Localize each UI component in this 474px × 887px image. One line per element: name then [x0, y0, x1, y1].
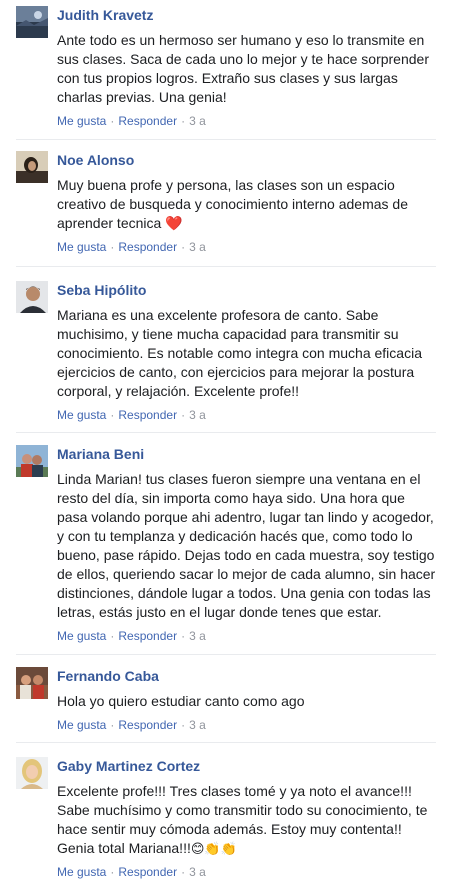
timestamp-link[interactable]: 3 a: [189, 629, 206, 643]
divider: [16, 266, 436, 267]
comment-text: Hola yo quiero estudiar canto como ago: [57, 693, 305, 709]
comment-text: Linda Marian! tus clases fueron siempre …: [57, 471, 436, 620]
separator: ·: [110, 240, 115, 254]
avatar[interactable]: [16, 151, 48, 183]
heart-emoji: ❤️: [165, 215, 183, 231]
profile-photo-icon: [16, 151, 48, 183]
separator: ·: [110, 408, 115, 422]
emoji-icons: 😊👏👏: [190, 841, 237, 856]
reply-link[interactable]: Responder: [118, 240, 177, 254]
timestamp-link[interactable]: 3 a: [189, 408, 206, 422]
like-link[interactable]: Me gusta: [57, 240, 106, 254]
profile-photo-icon: [16, 667, 48, 699]
reply-link[interactable]: Responder: [118, 114, 177, 128]
comment-actions: Me gusta · Responder · 3 a: [57, 239, 436, 255]
timestamp-link[interactable]: 3 a: [189, 865, 206, 879]
comment-text: Muy buena profe y persona, las clases so…: [57, 177, 408, 231]
reply-link[interactable]: Responder: [118, 408, 177, 422]
like-link[interactable]: Me gusta: [57, 114, 106, 128]
profile-photo-icon: [16, 6, 48, 38]
like-link[interactable]: Me gusta: [57, 629, 106, 643]
avatar[interactable]: [16, 6, 48, 38]
comment-text: Excelente profe!!! Tres clases tomé y ya…: [57, 783, 428, 856]
separator: ·: [181, 629, 186, 643]
divider: [16, 654, 436, 655]
separator: ·: [110, 718, 115, 732]
reply-link[interactable]: Responder: [118, 629, 177, 643]
like-link[interactable]: Me gusta: [57, 408, 106, 422]
avatar[interactable]: [16, 757, 48, 789]
separator: ·: [181, 114, 186, 128]
separator: ·: [181, 240, 186, 254]
comment-author[interactable]: Noe Alonso: [57, 151, 436, 169]
divider: [16, 139, 436, 140]
comment-actions: Me gusta · Responder · 3 a: [57, 628, 436, 644]
profile-photo-icon: [16, 757, 48, 789]
comment-actions: Me gusta · Responder · 3 a: [57, 717, 436, 733]
separator: ·: [181, 408, 186, 422]
timestamp-link[interactable]: 3 a: [189, 240, 206, 254]
separator: ·: [110, 865, 115, 879]
like-link[interactable]: Me gusta: [57, 865, 106, 879]
comment-author[interactable]: Mariana Beni: [57, 445, 436, 463]
divider: [16, 432, 436, 433]
avatar[interactable]: [16, 667, 48, 699]
comment-text: Mariana es una excelente profesora de ca…: [57, 307, 422, 399]
separator: ·: [110, 114, 115, 128]
reply-link[interactable]: Responder: [118, 718, 177, 732]
divider: [16, 742, 436, 743]
separator: ·: [181, 865, 186, 879]
comment-author[interactable]: Seba Hipólito: [57, 281, 436, 299]
comment-author[interactable]: Fernando Caba: [57, 667, 436, 685]
profile-photo-icon: [16, 445, 48, 477]
separator: ·: [110, 629, 115, 643]
timestamp-link[interactable]: 3 a: [189, 114, 206, 128]
reply-link[interactable]: Responder: [118, 865, 177, 879]
like-link[interactable]: Me gusta: [57, 718, 106, 732]
comment-actions: Me gusta · Responder · 3 a: [57, 864, 436, 880]
timestamp-link[interactable]: 3 a: [189, 718, 206, 732]
separator: ·: [181, 718, 186, 732]
comment-text: Ante todo es un hermoso ser humano y eso…: [57, 32, 429, 105]
comment-author[interactable]: Judith Kravetz: [57, 6, 436, 24]
comment-actions: Me gusta · Responder · 3 a: [57, 113, 436, 129]
comment-author[interactable]: Gaby Martinez Cortez: [57, 757, 436, 775]
comment-actions: Me gusta · Responder · 3 a: [57, 407, 436, 423]
profile-photo-icon: [16, 281, 48, 313]
avatar[interactable]: [16, 281, 48, 313]
avatar[interactable]: [16, 445, 48, 477]
